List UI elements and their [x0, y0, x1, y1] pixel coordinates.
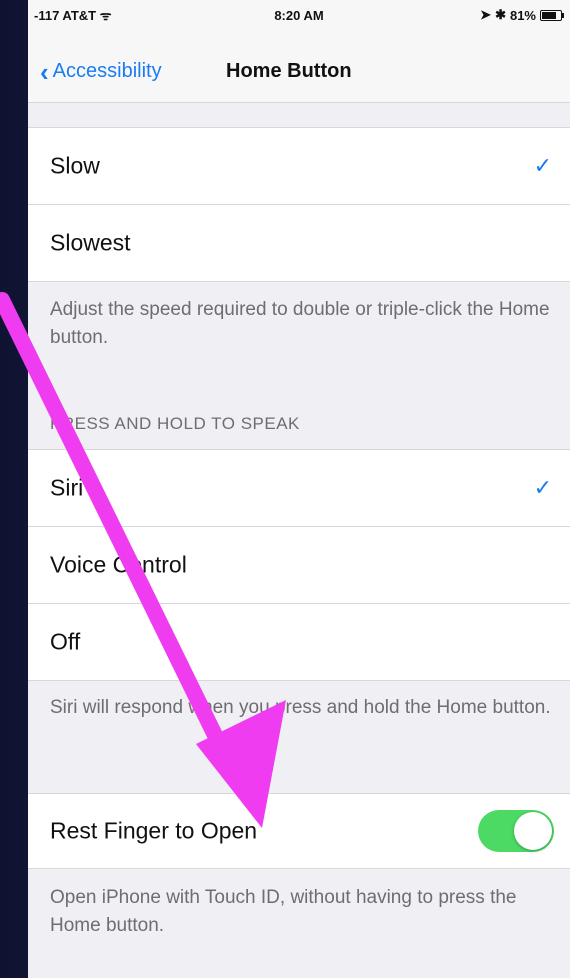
- option-label: Off: [50, 628, 81, 655]
- speed-footer: Adjust the speed required to double or t…: [50, 299, 550, 348]
- option-off[interactable]: Off: [28, 604, 570, 680]
- location-icon: ➤: [480, 7, 492, 22]
- back-button[interactable]: ‹ Accessibility: [40, 56, 162, 87]
- press-hold-group: Siri ✓ Voice Control Off: [28, 449, 570, 681]
- rest-finger-toggle[interactable]: [478, 810, 554, 852]
- rest-finger-group: Rest Finger to Open: [28, 793, 570, 869]
- option-slow[interactable]: Slow ✓: [28, 128, 570, 205]
- press-hold-footer: Siri will respond when you press and hol…: [50, 697, 551, 718]
- click-speed-group: Slow ✓ Slowest: [28, 127, 570, 282]
- option-label: Siri: [50, 474, 84, 501]
- option-label: Voice Control: [50, 551, 187, 578]
- page-title: Home Button: [226, 60, 352, 82]
- option-siri[interactable]: Siri ✓: [28, 450, 570, 527]
- navigation-bar: ‹ Accessibility Home Button: [28, 30, 570, 103]
- option-label: Slowest: [50, 229, 131, 256]
- battery-icon: [540, 9, 564, 21]
- rest-finger-label: Rest Finger to Open: [50, 817, 258, 844]
- phone-screen: -117 AT&T ᯤ 8:20 AM ➤ ✱ 81% ‹ Accessibil…: [28, 0, 570, 978]
- section-header: PRESS AND HOLD TO SPEAK: [50, 414, 300, 433]
- status-right: ➤ ✱ 81%: [480, 7, 564, 23]
- option-slowest[interactable]: Slowest: [28, 205, 570, 281]
- battery-percent: 81%: [509, 7, 536, 23]
- status-bar: -117 AT&T ᯤ 8:20 AM ➤ ✱ 81%: [28, 0, 570, 30]
- checkmark-icon: ✓: [533, 153, 552, 178]
- bluetooth-icon: ✱: [495, 7, 506, 22]
- chevron-left-icon: ‹: [40, 56, 49, 87]
- option-label: Slow: [50, 152, 100, 179]
- back-label: Accessibility: [52, 60, 162, 82]
- rest-finger-footer: Open iPhone with Touch ID, without havin…: [50, 887, 517, 936]
- toggle-knob: [514, 812, 552, 850]
- checkmark-icon: ✓: [533, 475, 552, 500]
- rest-finger-row: Rest Finger to Open: [28, 794, 570, 868]
- option-voice-control[interactable]: Voice Control: [28, 527, 570, 604]
